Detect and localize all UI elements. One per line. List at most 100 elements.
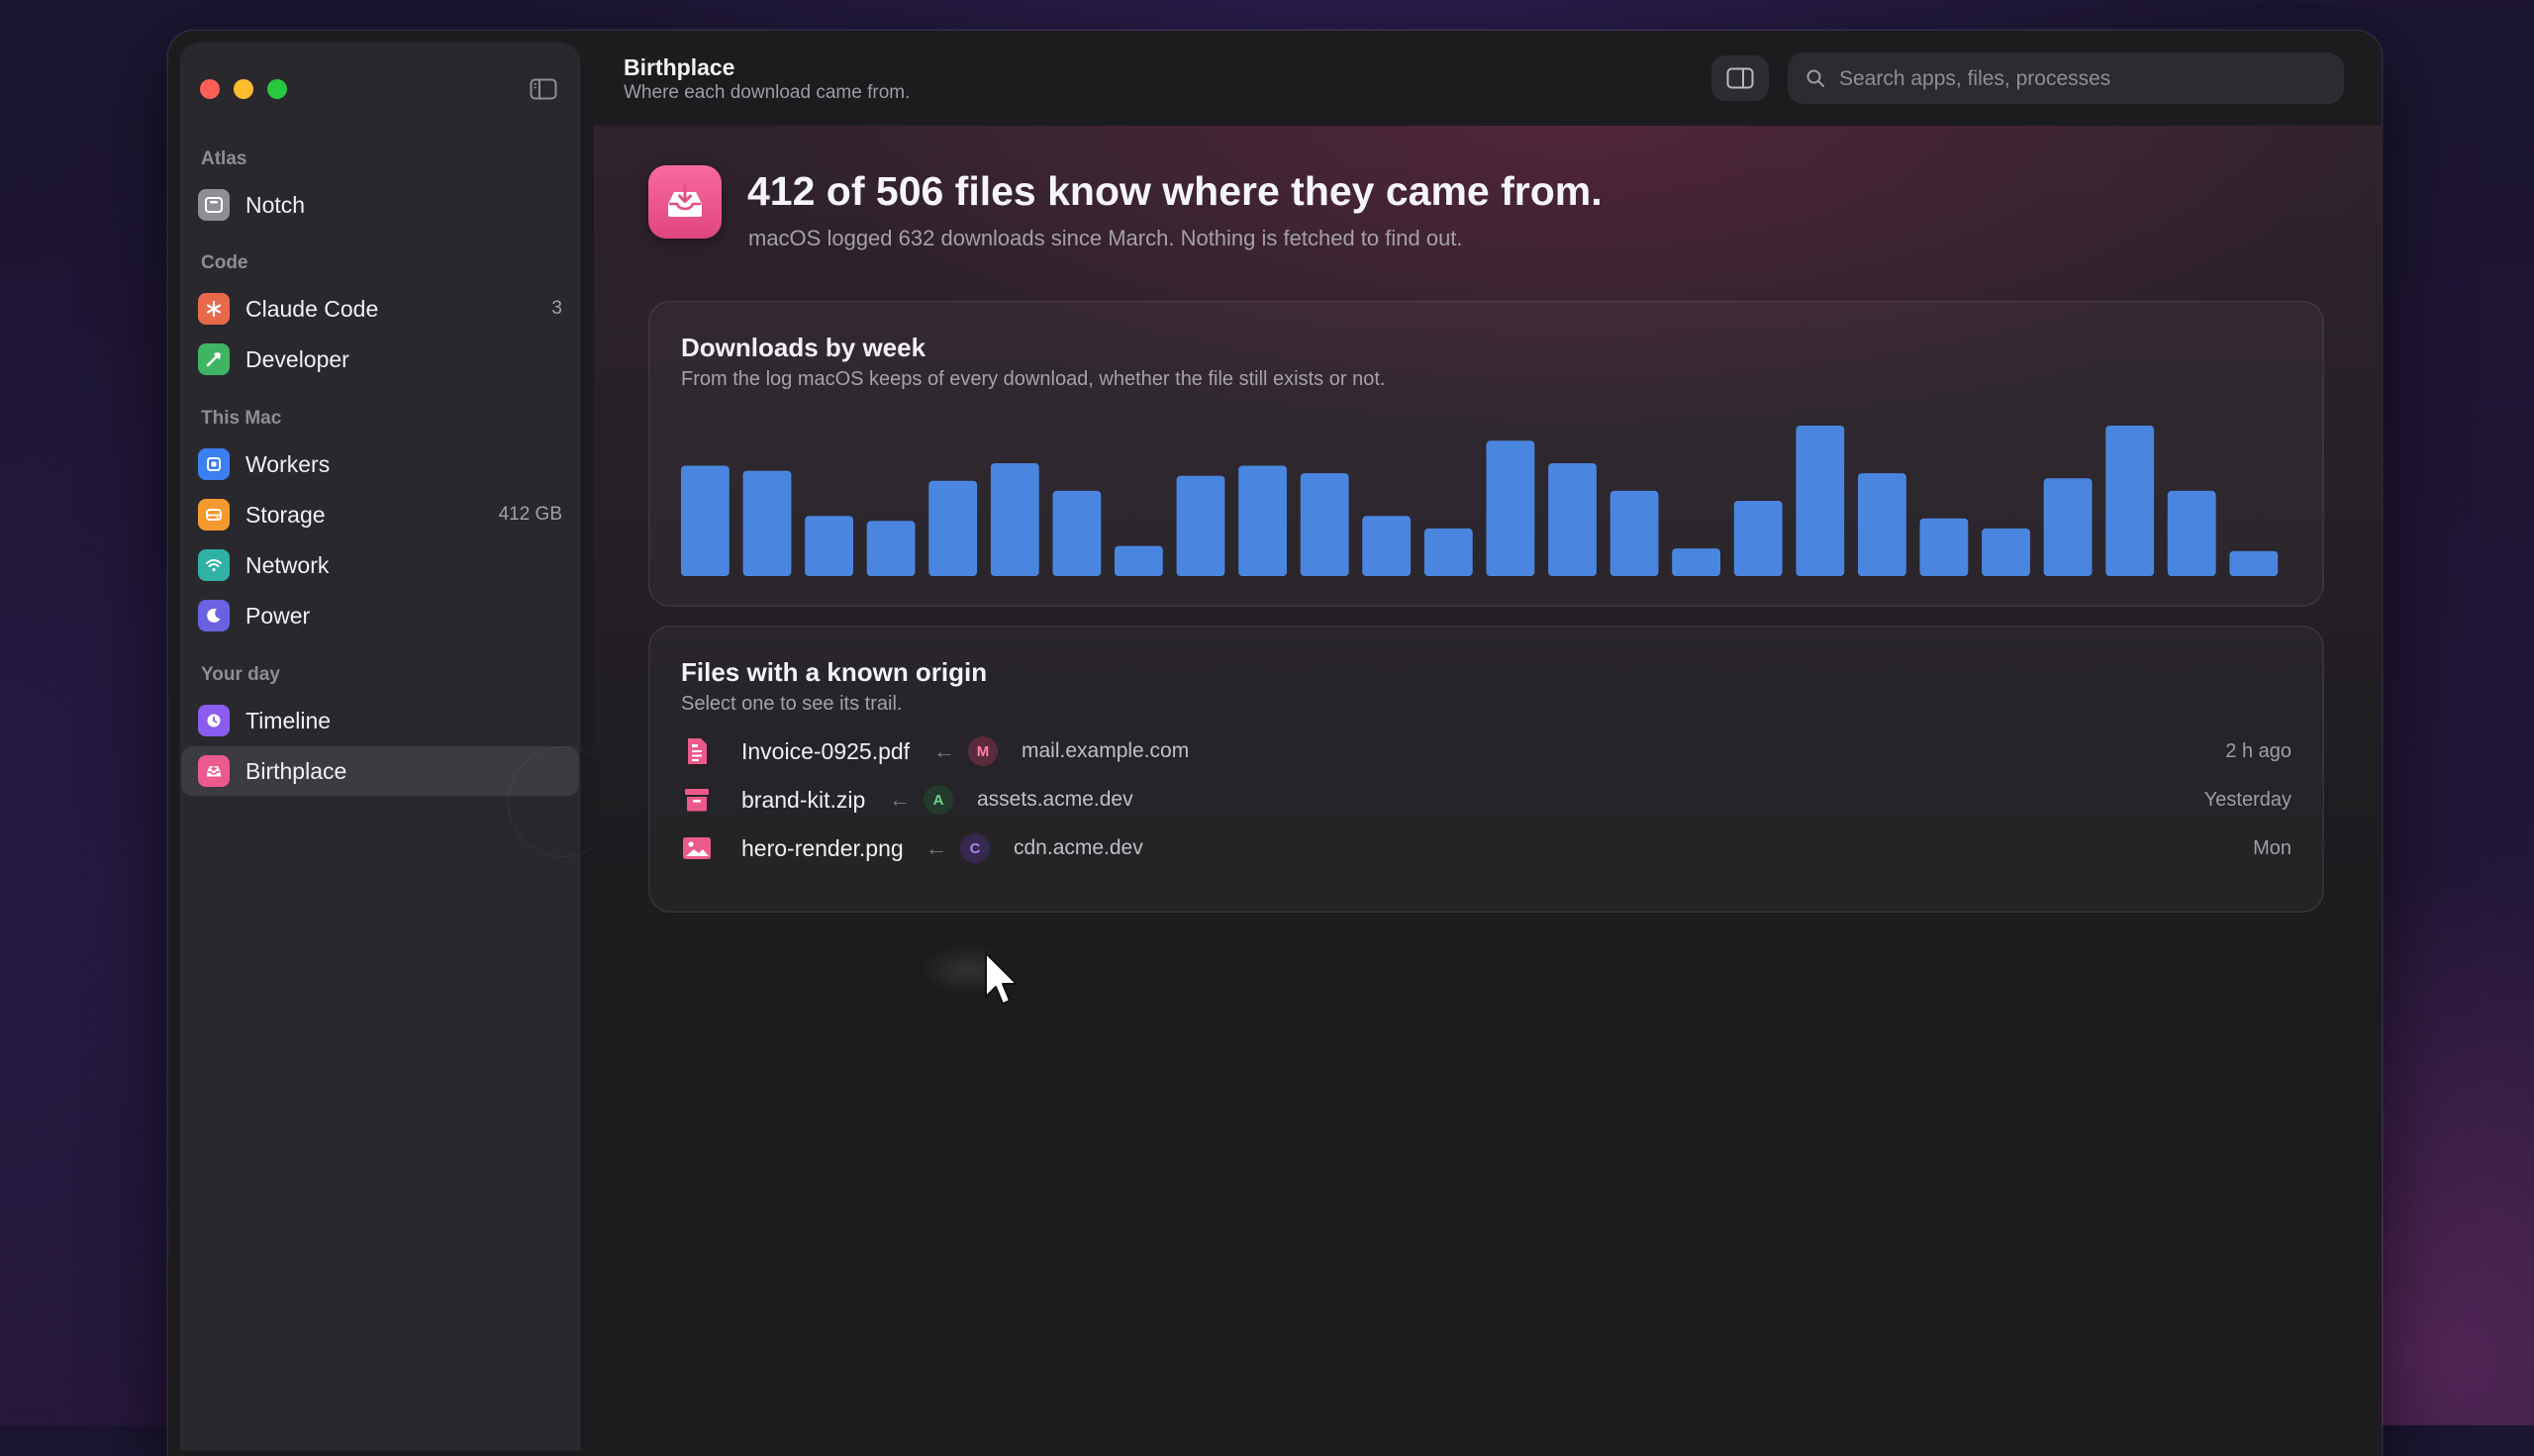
left-arrow-icon: ← xyxy=(933,738,955,763)
sidebar-item-storage[interactable]: Storage 412 GB xyxy=(181,490,579,539)
chart-bar-week-26[interactable] xyxy=(2229,550,2279,576)
origin-domain: cdn.acme.dev xyxy=(1014,836,1143,859)
search-input[interactable] xyxy=(1837,52,2326,106)
sidebar-toggle-icon[interactable] xyxy=(530,78,557,100)
origin-domain: assets.acme.dev xyxy=(977,788,1133,811)
downloads-bar-chart xyxy=(681,426,2279,577)
chart-bar-week-4[interactable] xyxy=(866,521,916,576)
file-row-invoice[interactable]: Invoice-0925.pdf ← M mail.example.com 2 … xyxy=(681,728,2291,774)
toolbar: Birthplace Where each download came from… xyxy=(594,31,2382,126)
sidebar-item-label: Developer xyxy=(245,345,349,372)
file-row-brand-kit[interactable]: brand-kit.zip ← A assets.acme.dev Yester… xyxy=(681,777,2291,823)
hero-title: 412 of 506 files know where they came fr… xyxy=(747,168,1603,214)
chart-bar-week-23[interactable] xyxy=(2043,478,2093,576)
section-label-atlas: Atlas xyxy=(201,148,247,169)
left-arrow-icon: ← xyxy=(889,787,911,812)
page-subtitle: Where each download came from. xyxy=(624,82,911,103)
chart-bar-week-1[interactable] xyxy=(681,465,730,577)
zoom-window-button[interactable] xyxy=(267,79,287,99)
cpu-icon xyxy=(198,448,230,480)
sidebar-item-developer[interactable]: Developer xyxy=(181,335,579,384)
chart-bar-week-15[interactable] xyxy=(1548,463,1597,576)
sidebar-item-label: Network xyxy=(245,551,330,578)
sidebar-item-label: Storage xyxy=(245,501,326,528)
minimize-window-button[interactable] xyxy=(234,79,253,99)
chart-bar-week-12[interactable] xyxy=(1362,516,1412,576)
chart-bar-week-10[interactable] xyxy=(1238,465,1287,577)
origin-avatar: M xyxy=(968,736,998,766)
notch-icon xyxy=(198,189,230,221)
clock-icon xyxy=(198,705,230,736)
inspector-toggle-button[interactable] xyxy=(1711,55,1769,101)
sidebar-item-workers[interactable]: Workers xyxy=(181,439,579,489)
chart-bar-week-3[interactable] xyxy=(805,516,853,576)
search-field[interactable] xyxy=(1788,52,2344,106)
document-icon xyxy=(681,735,713,767)
sidebar: Atlas Notch Code Claude Code 3 Developer… xyxy=(181,44,619,1449)
chart-bar-week-13[interactable] xyxy=(1423,528,1473,576)
chart-bar-week-2[interactable] xyxy=(742,470,792,576)
card-title: Downloads by week xyxy=(681,333,926,362)
chart-bar-week-7[interactable] xyxy=(1052,490,1102,576)
birthplace-hero-icon xyxy=(648,165,722,239)
chart-bar-week-6[interactable] xyxy=(990,463,1039,576)
image-icon xyxy=(681,832,713,864)
window-controls xyxy=(200,79,287,99)
chart-bar-week-9[interactable] xyxy=(1176,475,1225,576)
origins-card: Files with a known origin Select one to … xyxy=(648,626,2324,913)
sidebar-item-count: 3 xyxy=(551,298,562,319)
close-window-button[interactable] xyxy=(200,79,220,99)
sidebar-item-timeline[interactable]: Timeline xyxy=(181,696,579,745)
card-title: Files with a known origin xyxy=(681,657,988,687)
file-row-hero-render[interactable]: hero-render.png ← C cdn.acme.dev Mon xyxy=(681,825,2291,871)
file-name: hero-render.png xyxy=(741,834,904,861)
card-subtitle: From the log macOS keeps of every downlo… xyxy=(681,368,1386,390)
drive-icon xyxy=(198,499,230,531)
left-arrow-icon: ← xyxy=(926,835,947,860)
sidebar-item-claude-code[interactable]: Claude Code 3 xyxy=(181,284,579,334)
sidebar-item-count: 412 GB xyxy=(498,504,562,525)
sidebar-item-label: Timeline xyxy=(245,707,332,733)
card-subtitle: Select one to see its trail. xyxy=(681,693,903,715)
chart-bar-week-14[interactable] xyxy=(1486,440,1535,576)
chart-bar-week-11[interactable] xyxy=(1300,473,1349,576)
chart-bar-week-20[interactable] xyxy=(1858,473,1906,576)
file-name: Invoice-0925.pdf xyxy=(741,737,911,764)
moon-icon xyxy=(198,600,230,631)
row-timestamp: Mon xyxy=(2253,836,2291,859)
chart-bar-week-25[interactable] xyxy=(2167,490,2216,576)
chart-bar-week-22[interactable] xyxy=(1982,528,2030,576)
wifi-icon xyxy=(198,549,230,581)
chart-bar-week-5[interactable] xyxy=(928,480,978,576)
chart-bar-week-18[interactable] xyxy=(1733,501,1783,576)
cursor-trail xyxy=(921,945,990,995)
inspector-icon xyxy=(1726,67,1754,89)
sidebar-item-label: Power xyxy=(245,602,311,629)
chart-bar-week-8[interactable] xyxy=(1115,545,1163,576)
sidebar-item-notch[interactable]: Notch xyxy=(181,180,579,230)
chart-bar-week-24[interactable] xyxy=(2105,426,2155,576)
downloads-chart-card: Downloads by week From the log macOS kee… xyxy=(648,301,2324,607)
mouse-pointer-icon xyxy=(985,952,1018,1005)
origin-domain: mail.example.com xyxy=(1022,739,1190,762)
chart-bar-week-17[interactable] xyxy=(1672,548,1720,576)
chart-bar-week-19[interactable] xyxy=(1796,426,1845,576)
sidebar-item-label: Birthplace xyxy=(245,757,347,784)
asterisk-icon xyxy=(198,293,230,325)
sidebar-item-network[interactable]: Network xyxy=(181,540,579,590)
section-label-your-day: Your day xyxy=(201,664,280,685)
sidebar-item-label: Claude Code xyxy=(245,295,379,322)
origin-avatar: C xyxy=(960,833,990,863)
page-title: Birthplace xyxy=(624,54,735,80)
row-timestamp: 2 h ago xyxy=(2225,739,2291,762)
archive-icon xyxy=(681,784,713,816)
search-icon xyxy=(1806,69,1824,87)
file-name: brand-kit.zip xyxy=(741,786,866,813)
hammer-icon xyxy=(198,343,230,375)
main-content: 412 of 506 files know where they came fr… xyxy=(594,126,2382,1456)
chart-bar-week-21[interactable] xyxy=(1919,518,1969,576)
chart-bar-week-16[interactable] xyxy=(1609,490,1659,576)
hero-subtitle: macOS logged 632 downloads since March. … xyxy=(748,226,1463,250)
inbox-icon xyxy=(198,755,230,787)
sidebar-item-power[interactable]: Power xyxy=(181,591,579,640)
